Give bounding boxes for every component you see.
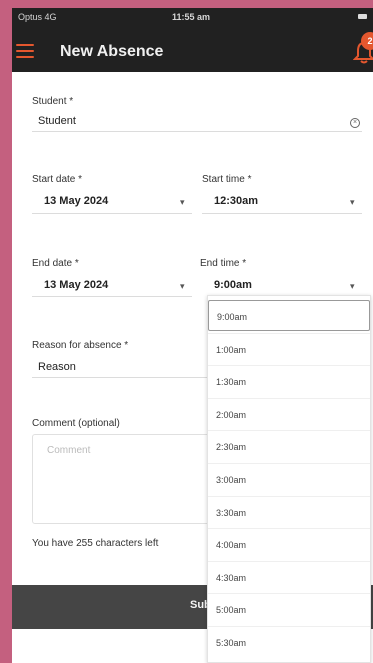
time-option[interactable]: 5:30am xyxy=(208,626,370,658)
clear-icon[interactable]: × xyxy=(350,118,360,128)
time-option[interactable]: 9:00am xyxy=(208,300,370,331)
start-time-underline xyxy=(202,213,362,214)
time-option[interactable]: 1:00am xyxy=(208,332,370,365)
end-time-label: End time * xyxy=(200,258,247,269)
time-option-label: 1:00am xyxy=(216,344,247,355)
time-option-label: 5:00am xyxy=(216,605,247,616)
notification-badge: 2 xyxy=(361,32,373,50)
time-option[interactable]: 4:30am xyxy=(208,560,370,593)
time-option-label: 3:00am xyxy=(216,475,247,485)
time-option[interactable]: 4:00am xyxy=(208,528,370,560)
time-option-label: 4:30am xyxy=(216,572,247,583)
app-header: Optus 4G 11:55 am New Absence 2 xyxy=(12,8,373,72)
time-option-label: 1:30am xyxy=(216,377,247,388)
time-option[interactable]: 2:00am xyxy=(208,397,370,430)
comment-label: Comment (optional) xyxy=(32,418,120,429)
chevron-down-icon: ▾ xyxy=(350,281,355,291)
start-date-label: Start date * xyxy=(32,174,83,185)
comment-textarea[interactable]: Comment xyxy=(32,434,224,524)
reason-select[interactable]: Reason xyxy=(38,361,76,373)
end-date-underline xyxy=(32,296,192,297)
end-time-dropdown[interactable]: 9:00am 1:00am 1:30am 2:00am 2:30am 3:00am 3:30… xyxy=(207,295,371,663)
device-frame: Optus 4G 11:55 am New Absence 2 Student … xyxy=(0,0,373,663)
chevron-down-icon: ▾ xyxy=(350,197,355,207)
menu-icon[interactable] xyxy=(16,44,34,58)
time-option-label: 2:30am xyxy=(216,442,247,453)
time-option[interactable]: 1:30am xyxy=(208,365,370,397)
time-option-label: 9:00am xyxy=(217,312,248,322)
end-time-picker[interactable]: 9:00am xyxy=(214,279,252,291)
reason-underline xyxy=(32,377,207,378)
end-date-label: End date * xyxy=(32,258,79,269)
chevron-down-icon: ▾ xyxy=(180,281,185,291)
characters-left-text: You have 255 characters left xyxy=(32,538,159,549)
time-option[interactable]: 2:30am xyxy=(208,430,370,462)
start-time-picker[interactable]: 12:30am xyxy=(214,195,258,207)
student-select[interactable]: Student xyxy=(38,115,76,127)
carrier-text: Optus 4G xyxy=(18,12,57,22)
status-bar: Optus 4G 11:55 am xyxy=(12,8,373,28)
chevron-down-icon: ▾ xyxy=(180,197,185,207)
clock-text: 11:55 am xyxy=(172,12,211,22)
page-title: New Absence xyxy=(60,43,164,60)
student-label: Student * xyxy=(32,96,74,107)
time-option[interactable]: 3:30am xyxy=(208,495,370,528)
time-option-label: 2:00am xyxy=(216,409,247,420)
time-option-label: 3:30am xyxy=(216,507,247,518)
battery-icon xyxy=(358,14,367,19)
start-date-picker[interactable]: 13 May 2024 xyxy=(44,195,108,207)
student-underline xyxy=(32,131,362,132)
time-option-label: 4:00am xyxy=(216,540,247,551)
reason-label: Reason for absence * xyxy=(32,340,129,351)
start-date-underline xyxy=(32,213,192,214)
time-option[interactable]: 3:00am xyxy=(208,463,370,495)
time-option[interactable]: 5:00am xyxy=(208,593,370,625)
start-time-label: Start time * xyxy=(202,174,252,185)
time-option-label: 5:30am xyxy=(216,638,247,648)
end-date-picker[interactable]: 13 May 2024 xyxy=(44,279,108,291)
comment-placeholder: Comment xyxy=(47,445,91,456)
app-screen: Optus 4G 11:55 am New Absence 2 Student … xyxy=(12,8,373,663)
